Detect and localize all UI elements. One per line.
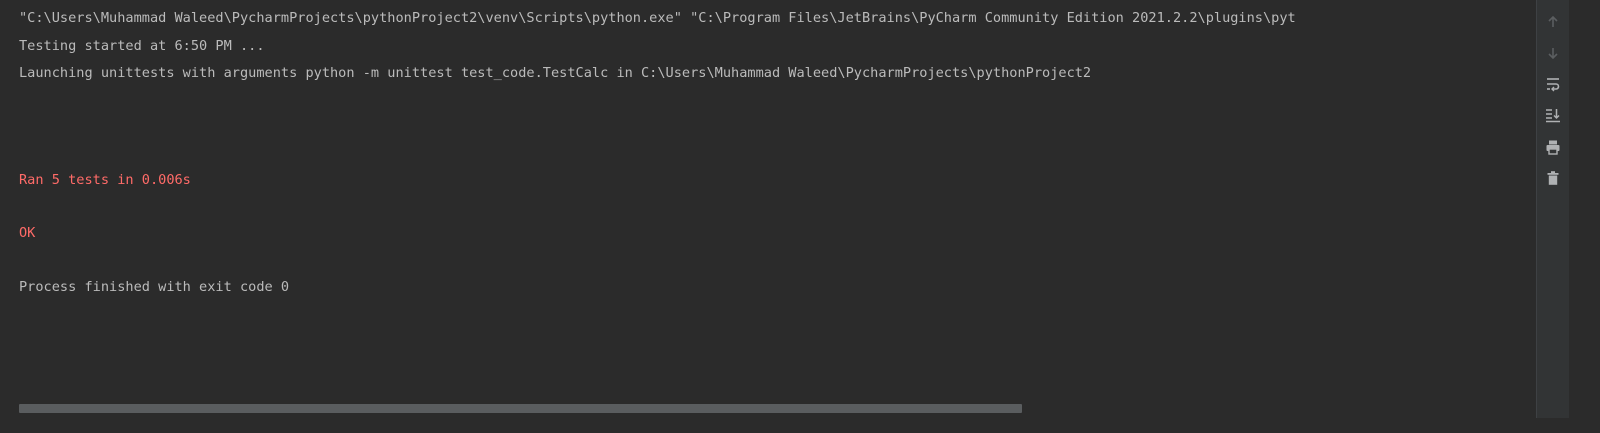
console-line-testing-started: Testing started at 6:50 PM ... [19, 38, 265, 54]
console-line-command: "C:\Users\Muhammad Waleed\PycharmProject… [19, 10, 1296, 26]
window-edge [1569, 0, 1600, 418]
soft-wrap-icon [1547, 78, 1560, 92]
console-toolbar [1536, 0, 1569, 418]
run-console: "C:\Users\Muhammad Waleed\PycharmProject… [0, 0, 1600, 433]
console-line-ran-tests: Ran 5 tests in 0.006s [19, 172, 191, 188]
scroll-to-end-button[interactable] [1543, 105, 1563, 125]
up-arrow-icon [1548, 15, 1558, 27]
down-stack-trace-button[interactable] [1543, 43, 1563, 63]
up-stack-trace-button[interactable] [1543, 12, 1563, 32]
console-line-ok: OK [19, 225, 36, 241]
trash-icon [1547, 171, 1559, 185]
soft-wrap-button[interactable] [1543, 74, 1563, 94]
clear-all-button[interactable] [1543, 168, 1563, 188]
scroll-to-end-icon [1546, 109, 1560, 123]
console-line-launching: Launching unittests with arguments pytho… [19, 65, 1092, 81]
down-arrow-icon [1548, 48, 1558, 60]
print-icon [1546, 140, 1560, 155]
bottom-strip [0, 418, 1600, 433]
console-line-process-finished: Process finished with exit code 0 [19, 279, 290, 295]
print-button[interactable] [1543, 137, 1563, 157]
horizontal-scrollbar-thumb[interactable] [19, 404, 1022, 413]
console-output[interactable]: "C:\Users\Muhammad Waleed\PycharmProject… [0, 0, 1568, 418]
